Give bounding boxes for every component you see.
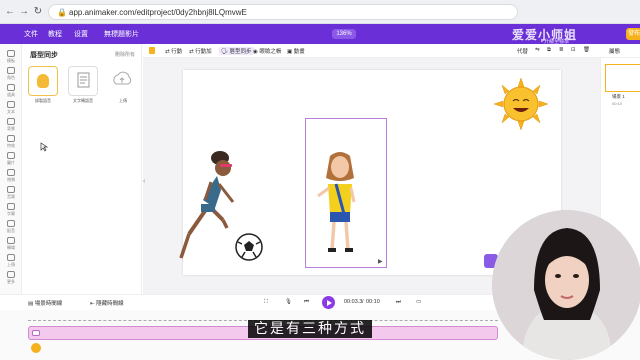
rail-item-upload[interactable]: 上傳: [0, 254, 22, 268]
cloud-upload-icon: [113, 71, 132, 85]
toolbar-replace[interactable]: 代替: [517, 47, 528, 55]
rail-item-transitions[interactable]: 轉場: [0, 237, 22, 251]
next-frame-icon[interactable]: ⏭: [396, 299, 401, 306]
microphone-record-icon[interactable]: 🎙: [285, 299, 292, 305]
character-icon: [7, 67, 15, 74]
forward-icon[interactable]: →: [18, 6, 30, 18]
lock-item-icon[interactable]: ⊡: [571, 47, 576, 53]
rail-item-video[interactable]: 視頻: [0, 169, 22, 183]
toolbar-properties[interactable]: 屬態: [609, 47, 620, 55]
record-voice-label: 錄製語音: [35, 98, 51, 103]
project-title[interactable]: 無標題影片: [104, 29, 139, 39]
collapse-panel-icon[interactable]: ‹: [143, 178, 145, 185]
text-icon: [7, 101, 15, 108]
image-icon: [7, 152, 15, 159]
rail-item-voice[interactable]: 配音: [0, 220, 22, 234]
app-header: 文件 教程 设置 無標題影片 136% 爱爱小师姐 • 升級至標準 發布: [0, 24, 640, 45]
video-icon: [7, 169, 15, 176]
toolbar-lipsync[interactable]: 🗣 唇型同步: [219, 47, 254, 55]
copy-icon[interactable]: ⧉: [547, 47, 551, 54]
flip-icon[interactable]: ⇋: [535, 47, 540, 53]
rail-item-characters[interactable]: 角色: [0, 67, 22, 81]
rail-item-templates[interactable]: 模板: [0, 50, 22, 64]
color-swatch-icon[interactable]: [149, 47, 155, 56]
scene-thumbnail[interactable]: [605, 64, 640, 92]
panel-title: 唇型同步: [30, 52, 58, 59]
cursor-icon: [40, 142, 48, 152]
rail-item-music[interactable]: 音樂: [0, 186, 22, 200]
play-button[interactable]: [322, 296, 335, 309]
upload-label: 上傳: [119, 98, 127, 103]
play-character-icon[interactable]: ▶: [378, 258, 383, 265]
yellow-jersey-character[interactable]: [310, 150, 370, 258]
current-time: 00:03.3: [344, 299, 363, 305]
video-subtitle: 它是有三种方式: [248, 320, 372, 338]
hide-timeline-toggle[interactable]: ⇤ 隱藏時間線: [90, 299, 124, 307]
lipsync-panel: 唇型同步 刪除所有 錄製語音 文字轉語音 上傳: [22, 44, 142, 294]
menu-settings[interactable]: 设置: [74, 29, 88, 39]
expand-timeline-icon[interactable]: ▭: [416, 299, 421, 305]
template-icon: [7, 50, 15, 57]
track-clip-icon: [32, 330, 40, 336]
more-icon: [7, 271, 15, 278]
scene-timeline-toggle[interactable]: ▤ 場景時間線: [28, 299, 62, 307]
menu-tutorial[interactable]: 教程: [48, 29, 62, 39]
scene-label: 場景 1: [612, 94, 625, 99]
rail-item-effects[interactable]: 特效: [0, 135, 22, 149]
presenter-photo: [492, 210, 640, 360]
menu-file[interactable]: 文件: [24, 29, 38, 39]
rail-item-background[interactable]: 背景: [0, 118, 22, 132]
background-icon: [7, 118, 15, 125]
upload-icon: [7, 254, 15, 261]
webcam-overlay: [492, 210, 640, 360]
toolbar-action-plus[interactable]: ⇄ 行動加: [189, 47, 212, 55]
layers-icon[interactable]: ≣: [559, 47, 564, 53]
record-voice-option[interactable]: [28, 66, 58, 96]
text-to-speech-option[interactable]: [68, 66, 98, 96]
fit-screen-icon[interactable]: ⛶: [264, 299, 268, 306]
left-icon-rail: 模板 角色 道具 文本 背景 特效 圖片 視頻 音樂 字幕 配音 轉場 上傳 更…: [0, 44, 22, 294]
previous-frame-icon[interactable]: ⏮: [304, 299, 309, 306]
emoji-icon[interactable]: [31, 343, 41, 353]
editor-toolbar: ⇄ 行動 ⇄ 行動加 🗣 唇型同步 ◉ 眼瞼之帳 ▣ 動畫 代替 ⇋ ⧉ ≣ ⊡…: [143, 44, 640, 58]
toolbar-eyelid[interactable]: ◉ 眼瞼之帳: [253, 47, 281, 55]
back-icon[interactable]: ←: [4, 6, 16, 18]
toolbar-animation[interactable]: ▣ 動畫: [287, 47, 305, 55]
music-icon: [7, 186, 15, 193]
effects-icon: [7, 135, 15, 142]
subtitle-icon: [7, 203, 15, 210]
lock-icon: 🔒: [57, 8, 67, 17]
props-icon: [7, 84, 15, 91]
total-time: 00:10: [366, 299, 380, 305]
reload-icon[interactable]: ↻: [32, 6, 44, 18]
microphone-icon: [37, 74, 49, 88]
time-separator: /: [362, 299, 364, 305]
delete-all-link[interactable]: 刪除所有: [115, 51, 135, 58]
rail-item-props[interactable]: 道具: [0, 84, 22, 98]
address-bar[interactable]: 🔒 app.animaker.com/editproject/0dy2hbnj8…: [48, 4, 518, 20]
toolbar-action[interactable]: ⇄ 行動: [165, 47, 182, 55]
zoom-level[interactable]: 136%: [332, 29, 356, 39]
rail-item-more[interactable]: 更多: [0, 271, 22, 285]
upload-option[interactable]: [108, 66, 138, 96]
scene-duration: 00:10: [612, 101, 623, 106]
publish-button[interactable]: 發布: [626, 28, 640, 40]
text-to-speech-label: 文字轉語音: [73, 98, 93, 103]
soccer-ball[interactable]: [234, 232, 264, 262]
rail-item-images[interactable]: 圖片: [0, 152, 22, 166]
browser-toolbar: ← → ↻ 🔒 app.animaker.com/editproject/0dy…: [0, 0, 640, 24]
delete-icon[interactable]: 🗑: [583, 47, 590, 53]
transition-icon: [7, 237, 15, 244]
url-text: app.animaker.com/editproject/0dy2hbnj8lL…: [69, 8, 247, 17]
document-icon: [77, 72, 90, 88]
rail-item-subtitles[interactable]: 字幕: [0, 203, 22, 217]
sun-sticker[interactable]: [494, 78, 548, 130]
voice-icon: [7, 220, 15, 227]
rail-item-text[interactable]: 文本: [0, 101, 22, 115]
